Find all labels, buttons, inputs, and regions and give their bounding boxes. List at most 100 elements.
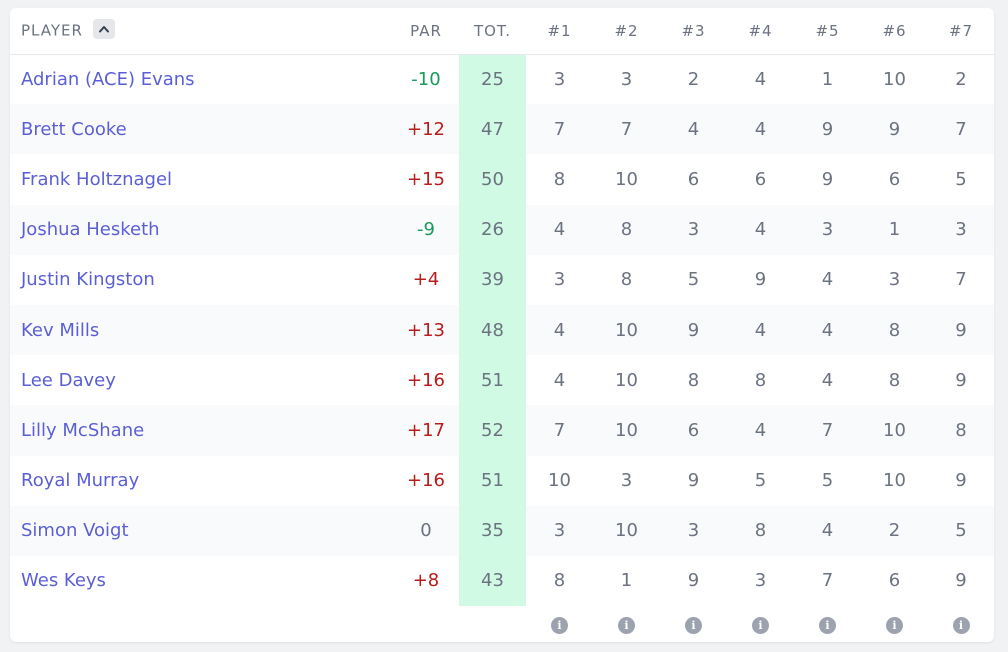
hole-2-info-icon[interactable]: i bbox=[618, 617, 635, 635]
table-row: Lilly McShane +17 52 7 10 6 4 7 10 8 bbox=[10, 405, 994, 456]
hole-3-header: #3 bbox=[660, 8, 727, 55]
hole-1-score-cell: 8 bbox=[553, 168, 566, 190]
player-name-link[interactable]: Royal Murray bbox=[10, 456, 393, 506]
hole-1-info-icon[interactable]: i bbox=[551, 617, 568, 635]
par-cell: -9 bbox=[393, 204, 459, 255]
player-name-link[interactable]: Lee Davey bbox=[10, 355, 393, 405]
hole-1-header: #1 bbox=[526, 8, 593, 55]
total-cell: 39 bbox=[459, 254, 526, 305]
hole-3-score-cell: 9 bbox=[687, 570, 700, 592]
hole-2-score-cell: 7 bbox=[593, 104, 660, 155]
table-row: Wes Keys +8 43 8 1 9 3 7 6 9 bbox=[10, 555, 994, 607]
hole-4-header: #4 bbox=[727, 8, 794, 55]
hole-2-score-cell: 8 bbox=[593, 204, 660, 255]
total-cell: 51 bbox=[459, 355, 526, 406]
hole-3-score-cell: 6 bbox=[687, 168, 700, 190]
hole-7-score-cell: 5 bbox=[955, 168, 967, 190]
par-cell: +16 bbox=[407, 369, 445, 391]
hole-6-score-cell: 10 bbox=[883, 470, 906, 492]
player-name-link[interactable]: Wes Keys bbox=[10, 556, 393, 606]
hole-4-score-cell: 8 bbox=[754, 369, 767, 391]
total-cell: 25 bbox=[459, 54, 526, 105]
hole-2-score-cell: 10 bbox=[593, 505, 660, 556]
hole-1-score-cell: 10 bbox=[548, 470, 571, 492]
hole-7-score-cell: 2 bbox=[955, 68, 967, 90]
total-cell: 26 bbox=[459, 204, 526, 255]
player-name-link[interactable]: Adrian (ACE) Evans bbox=[10, 54, 393, 104]
par-cell: +17 bbox=[393, 405, 459, 456]
hole-5-score-cell: 4 bbox=[821, 369, 834, 391]
chevron-up-icon bbox=[98, 25, 109, 33]
hole-1-score-cell: 4 bbox=[526, 204, 593, 255]
total-cell: 51 bbox=[459, 455, 526, 506]
hole-6-score-cell: 1 bbox=[861, 204, 928, 255]
sort-toggle-button[interactable] bbox=[92, 18, 115, 39]
player-header-label: PLAYER bbox=[21, 21, 83, 40]
total-cell: 43 bbox=[459, 555, 526, 607]
hole-6-score-cell: 8 bbox=[861, 304, 928, 356]
hole-7-score-cell: 7 bbox=[928, 104, 994, 155]
total-cell: 35 bbox=[459, 505, 526, 556]
hole-6-score-cell: 3 bbox=[888, 269, 901, 291]
hole-5-header: #5 bbox=[794, 8, 861, 55]
table-row: Simon Voigt 0 35 3 10 3 8 4 2 5 bbox=[10, 505, 994, 556]
par-cell: +4 bbox=[412, 269, 440, 291]
hole-7-score-cell: 8 bbox=[928, 405, 994, 456]
hole-3-score-cell: 9 bbox=[687, 470, 700, 492]
hole-5-score-cell: 4 bbox=[821, 269, 834, 291]
hole-2-score-cell: 10 bbox=[593, 304, 660, 356]
par-cell: +12 bbox=[393, 104, 459, 155]
hole-3-score-cell: 4 bbox=[660, 104, 727, 155]
hole-5-score-cell: 1 bbox=[821, 68, 834, 90]
hole-2-score-cell: 3 bbox=[620, 470, 633, 492]
hole-5-score-cell: 4 bbox=[794, 505, 861, 556]
player-name-link[interactable]: Justin Kingston bbox=[10, 255, 393, 305]
par-cell: 0 bbox=[393, 505, 459, 556]
table-header-row: PLAYER PAR TOT. #1 #2 #3 #4 #5 #6 #7 bbox=[10, 8, 994, 55]
hole-6-header: #6 bbox=[861, 8, 928, 55]
table-row: Kev Mills +13 48 4 10 9 4 4 8 9 bbox=[10, 304, 994, 356]
par-cell: +8 bbox=[412, 570, 440, 592]
player-column-header[interactable]: PLAYER bbox=[10, 8, 393, 55]
hole-5-info-icon[interactable]: i bbox=[819, 617, 836, 635]
player-name-link[interactable]: Brett Cooke bbox=[10, 104, 393, 155]
hole-5-score-cell: 9 bbox=[794, 104, 861, 155]
hole-4-score-cell: 8 bbox=[727, 505, 794, 556]
hole-5-score-cell: 7 bbox=[821, 570, 834, 592]
player-name-link[interactable]: Kev Mills bbox=[10, 304, 393, 356]
hole-5-score-cell: 3 bbox=[794, 204, 861, 255]
player-name-link[interactable]: Lilly McShane bbox=[10, 405, 393, 456]
hole-7-score-cell: 5 bbox=[928, 505, 994, 556]
table-row: Frank Holtznagel +15 50 8 10 6 6 9 6 5 bbox=[10, 154, 994, 205]
player-name-link[interactable]: Joshua Hesketh bbox=[10, 204, 393, 255]
hole-2-score-cell: 10 bbox=[615, 168, 638, 190]
hole-6-score-cell: 10 bbox=[883, 68, 906, 90]
total-cell: 47 bbox=[459, 104, 526, 155]
hole-4-score-cell: 4 bbox=[727, 104, 794, 155]
hole-6-score-cell: 6 bbox=[888, 570, 901, 592]
table-row: Brett Cooke +12 47 7 7 4 4 9 9 7 bbox=[10, 104, 994, 155]
hole-2-score-cell: 8 bbox=[620, 269, 633, 291]
hole-5-score-cell: 9 bbox=[821, 168, 834, 190]
hole-7-score-cell: 9 bbox=[955, 570, 967, 592]
hole-3-score-cell: 9 bbox=[660, 304, 727, 356]
par-cell: +13 bbox=[393, 304, 459, 356]
total-cell: 52 bbox=[459, 405, 526, 456]
hole-4-score-cell: 4 bbox=[727, 204, 794, 255]
hole-info-row: i i i i i i i bbox=[10, 606, 994, 642]
hole-3-info-icon[interactable]: i bbox=[685, 617, 702, 635]
hole-1-score-cell: 4 bbox=[553, 369, 566, 391]
player-name-link[interactable]: Frank Holtznagel bbox=[10, 154, 393, 204]
player-name-link[interactable]: Simon Voigt bbox=[10, 505, 393, 556]
hole-7-info-icon[interactable]: i bbox=[952, 617, 970, 635]
hole-6-info-icon[interactable]: i bbox=[886, 617, 903, 635]
table-row: Adrian (ACE) Evans -10 25 3 3 2 4 1 10 2 bbox=[10, 54, 994, 105]
par-column-header: PAR bbox=[393, 8, 459, 55]
scoreboard-table: PLAYER PAR TOT. #1 #2 #3 #4 #5 #6 #7 Adr… bbox=[10, 8, 994, 642]
table-row: Lee Davey +16 51 4 10 8 8 4 8 9 bbox=[10, 355, 994, 406]
hole-7-score-cell: 9 bbox=[928, 304, 994, 356]
hole-1-score-cell: 8 bbox=[553, 570, 566, 592]
hole-4-info-icon[interactable]: i bbox=[752, 617, 769, 635]
hole-7-score-cell: 7 bbox=[955, 269, 967, 291]
total-column-header: TOT. bbox=[459, 8, 526, 55]
